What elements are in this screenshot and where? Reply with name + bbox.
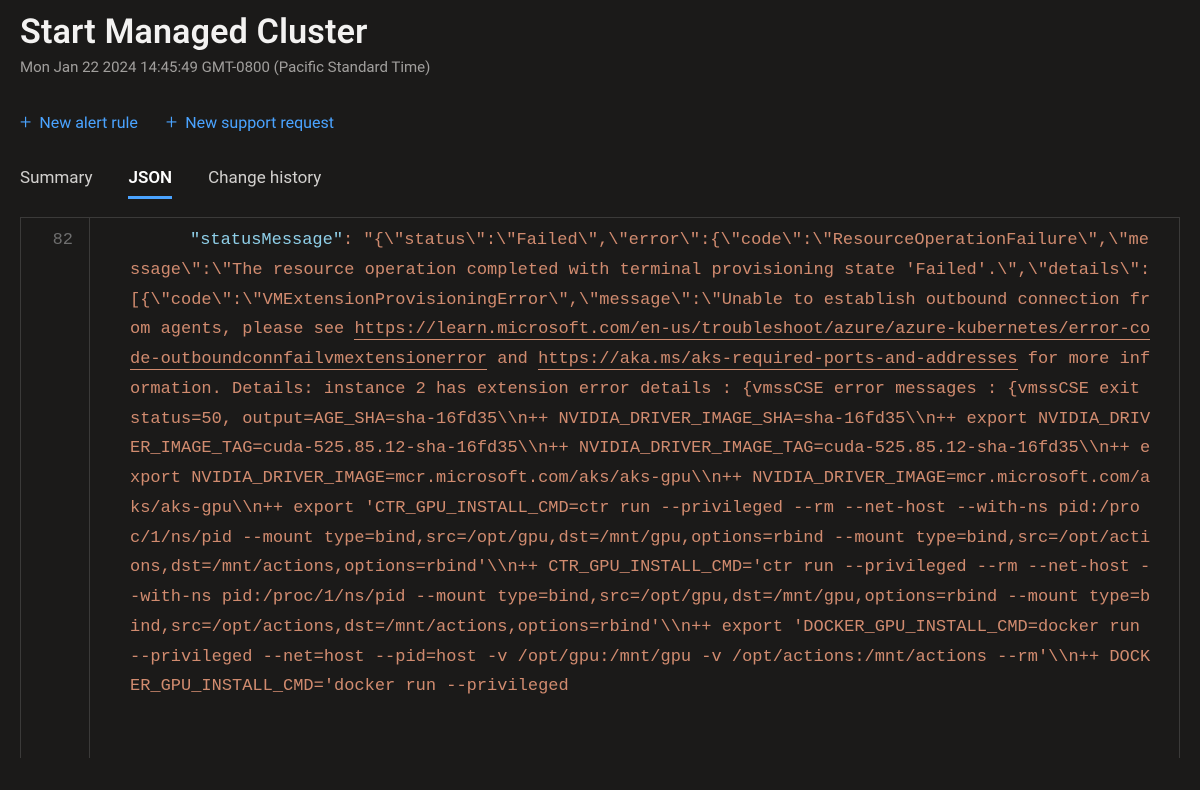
line-number: 82	[21, 226, 73, 256]
json-value-mid: and	[487, 350, 538, 369]
command-bar: + New alert rule + New support request	[20, 112, 1180, 132]
page-title: Start Managed Cluster	[20, 12, 1180, 52]
tab-bar: Summary JSON Change history	[20, 168, 1180, 199]
page-root: Start Managed Cluster Mon Jan 22 2024 14…	[0, 0, 1200, 758]
json-value-part2: for more information. Details: instance …	[130, 350, 1150, 696]
page-timestamp: Mon Jan 22 2024 14:45:49 GMT-0800 (Pacif…	[20, 58, 1180, 76]
new-support-request-button[interactable]: + New support request	[166, 112, 334, 132]
plus-icon: +	[20, 112, 31, 132]
tab-json[interactable]: JSON	[128, 168, 172, 199]
new-alert-rule-label: New alert rule	[39, 113, 138, 132]
tab-summary[interactable]: Summary	[20, 168, 92, 199]
plus-icon: +	[166, 112, 177, 132]
doc-link-required-ports[interactable]: https://aka.ms/aks-required-ports-and-ad…	[538, 350, 1017, 370]
new-support-request-label: New support request	[185, 113, 334, 132]
json-code-area[interactable]: "statusMessage": "{\"status\":\"Failed\"…	[90, 218, 1180, 758]
tab-change-history[interactable]: Change history	[208, 168, 321, 199]
new-alert-rule-button[interactable]: + New alert rule	[20, 112, 138, 132]
line-number-gutter: 82	[20, 218, 90, 758]
json-panel: 82 "statusMessage": "{\"status\":\"Faile…	[20, 217, 1180, 758]
json-key: "statusMessage"	[190, 231, 343, 250]
